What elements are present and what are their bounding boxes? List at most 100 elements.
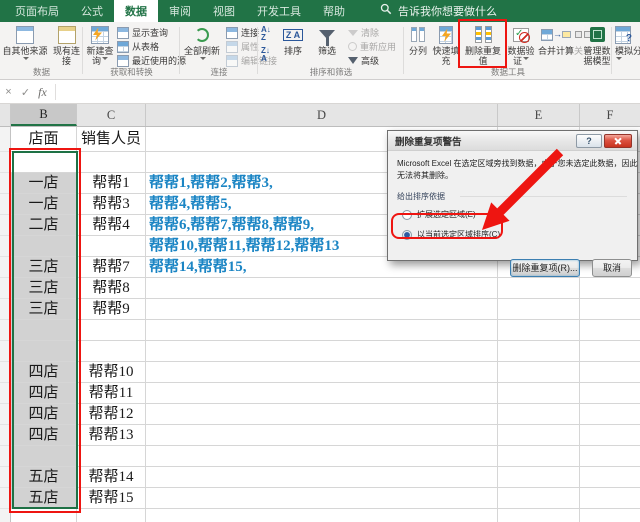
cell-salesperson[interactable] <box>77 341 146 362</box>
cell-f[interactable] <box>580 509 640 522</box>
cell-salesperson[interactable] <box>77 236 146 257</box>
row-header-sliver[interactable] <box>0 236 11 257</box>
cell-store[interactable] <box>11 446 77 467</box>
cell-salesperson[interactable] <box>77 509 146 522</box>
row-header-sliver[interactable] <box>0 467 11 488</box>
cell-e[interactable] <box>498 341 580 362</box>
ribbon-tab[interactable]: 公式 <box>70 0 114 22</box>
ribbon-tab[interactable]: 数据 <box>114 0 158 22</box>
cell-e[interactable] <box>498 509 580 522</box>
manage-data-model-button[interactable]: 管理数据模型 <box>582 24 612 66</box>
what-if-analysis-button[interactable]: ? 模拟分析 <box>615 24 640 66</box>
ribbon-tab[interactable]: 开发工具 <box>246 0 312 22</box>
column-header-c[interactable]: C <box>77 104 146 126</box>
cell-store[interactable]: 一店 <box>11 173 77 194</box>
cell-salesperson[interactable]: 帮帮4 <box>77 215 146 236</box>
row-header-sliver[interactable] <box>0 383 11 404</box>
row-header-sliver[interactable] <box>0 152 11 173</box>
row-header-sliver[interactable] <box>0 278 11 299</box>
cell-store[interactable]: 三店 <box>11 257 77 278</box>
ribbon-tab[interactable]: 页面布局 <box>4 0 70 22</box>
cell-salesperson[interactable]: 帮帮14 <box>77 467 146 488</box>
cell-name-list[interactable] <box>146 425 498 446</box>
cancel-button[interactable]: 取消 <box>592 259 632 277</box>
cell-name-list[interactable] <box>146 320 498 341</box>
cell-store-header[interactable]: 店面 <box>11 127 77 152</box>
radio-continue-current-selection[interactable]: 以当前选定区域排序(C) <box>402 229 500 240</box>
from-table-button[interactable]: 从表格 <box>117 40 159 53</box>
cell-e[interactable] <box>498 404 580 425</box>
cell-f[interactable] <box>580 383 640 404</box>
cell-name-list[interactable] <box>146 278 498 299</box>
cell-f[interactable] <box>580 446 640 467</box>
cell-salesperson[interactable]: 帮帮1 <box>77 173 146 194</box>
cell-e[interactable] <box>498 383 580 404</box>
row-header-sliver[interactable] <box>0 194 11 215</box>
cell-e[interactable] <box>498 446 580 467</box>
cancel-icon[interactable]: × <box>0 86 17 98</box>
row-header-sliver[interactable] <box>0 257 11 278</box>
cell-store[interactable]: 三店 <box>11 278 77 299</box>
cell-e[interactable] <box>498 362 580 383</box>
cell-f[interactable] <box>580 278 640 299</box>
cell-salesperson[interactable]: 帮帮10 <box>77 362 146 383</box>
cell-store[interactable] <box>11 236 77 257</box>
radio-expand-selection[interactable]: 扩展选定区域(E) <box>402 209 476 220</box>
cell-salesperson[interactable]: 帮帮8 <box>77 278 146 299</box>
row-header-sliver[interactable] <box>0 509 11 522</box>
row-header-sliver[interactable] <box>0 215 11 236</box>
row-header-sliver[interactable] <box>0 404 11 425</box>
cell-salesperson[interactable]: 帮帮15 <box>77 488 146 509</box>
cell-salesperson[interactable] <box>77 152 146 173</box>
cell-e[interactable] <box>498 299 580 320</box>
cell-salesperson-header[interactable]: 销售人员 <box>77 127 146 152</box>
existing-connections-button[interactable]: 现有连接 <box>50 24 83 66</box>
cell-store[interactable]: 五店 <box>11 488 77 509</box>
enter-icon[interactable]: ✓ <box>17 86 34 99</box>
cell-e[interactable] <box>498 278 580 299</box>
cell-salesperson[interactable]: 帮帮13 <box>77 425 146 446</box>
column-header-f[interactable]: F <box>580 104 640 126</box>
filter-button[interactable]: 筛选 <box>312 24 342 56</box>
cell-salesperson[interactable]: 帮帮3 <box>77 194 146 215</box>
flash-fill-button[interactable]: 快速填充 <box>431 24 461 66</box>
cell-name-list[interactable] <box>146 299 498 320</box>
cell-store[interactable]: 五店 <box>11 467 77 488</box>
cell-f[interactable] <box>580 341 640 362</box>
row-header-sliver[interactable] <box>0 446 11 467</box>
from-other-sources-button[interactable]: 自其他来源 <box>2 24 48 66</box>
sort-button[interactable]: Z A 排序 <box>278 24 308 56</box>
row-header-sliver[interactable] <box>0 173 11 194</box>
ribbon-tab[interactable]: 帮助 <box>312 0 356 22</box>
remove-duplicates-button[interactable]: 删除重复值 <box>462 24 504 66</box>
cell-salesperson[interactable]: 帮帮11 <box>77 383 146 404</box>
column-header-b[interactable]: B <box>11 104 77 126</box>
remove-duplicates-confirm-button[interactable]: 删除重复项(R)... <box>510 259 580 277</box>
row-header-sliver[interactable] <box>0 341 11 362</box>
cell-e[interactable] <box>498 467 580 488</box>
row-header-sliver[interactable] <box>0 425 11 446</box>
cell-e[interactable] <box>498 320 580 341</box>
cell-name-list[interactable] <box>146 509 498 522</box>
row-header-sliver[interactable] <box>0 127 11 152</box>
formula-input[interactable] <box>61 81 640 103</box>
cell-name-list[interactable] <box>146 383 498 404</box>
help-button[interactable]: ? <box>576 134 602 148</box>
cell-f[interactable] <box>580 425 640 446</box>
cell-store[interactable] <box>11 320 77 341</box>
fx-icon[interactable]: fx <box>34 85 51 100</box>
row-header-sliver[interactable] <box>0 488 11 509</box>
cell-store[interactable] <box>11 509 77 522</box>
cell-name-list[interactable] <box>146 446 498 467</box>
new-query-button[interactable]: 新建查询 <box>85 24 115 66</box>
row-header-sliver[interactable] <box>0 320 11 341</box>
cell-store[interactable]: 四店 <box>11 425 77 446</box>
cell-store[interactable]: 二店 <box>11 215 77 236</box>
cell-name-list[interactable] <box>146 404 498 425</box>
consolidate-button[interactable]: → 合并计算 <box>538 24 574 56</box>
cell-store[interactable]: 四店 <box>11 383 77 404</box>
cell-salesperson[interactable] <box>77 320 146 341</box>
cell-name-list[interactable] <box>146 467 498 488</box>
cell-store[interactable]: 四店 <box>11 362 77 383</box>
cell-f[interactable] <box>580 404 640 425</box>
